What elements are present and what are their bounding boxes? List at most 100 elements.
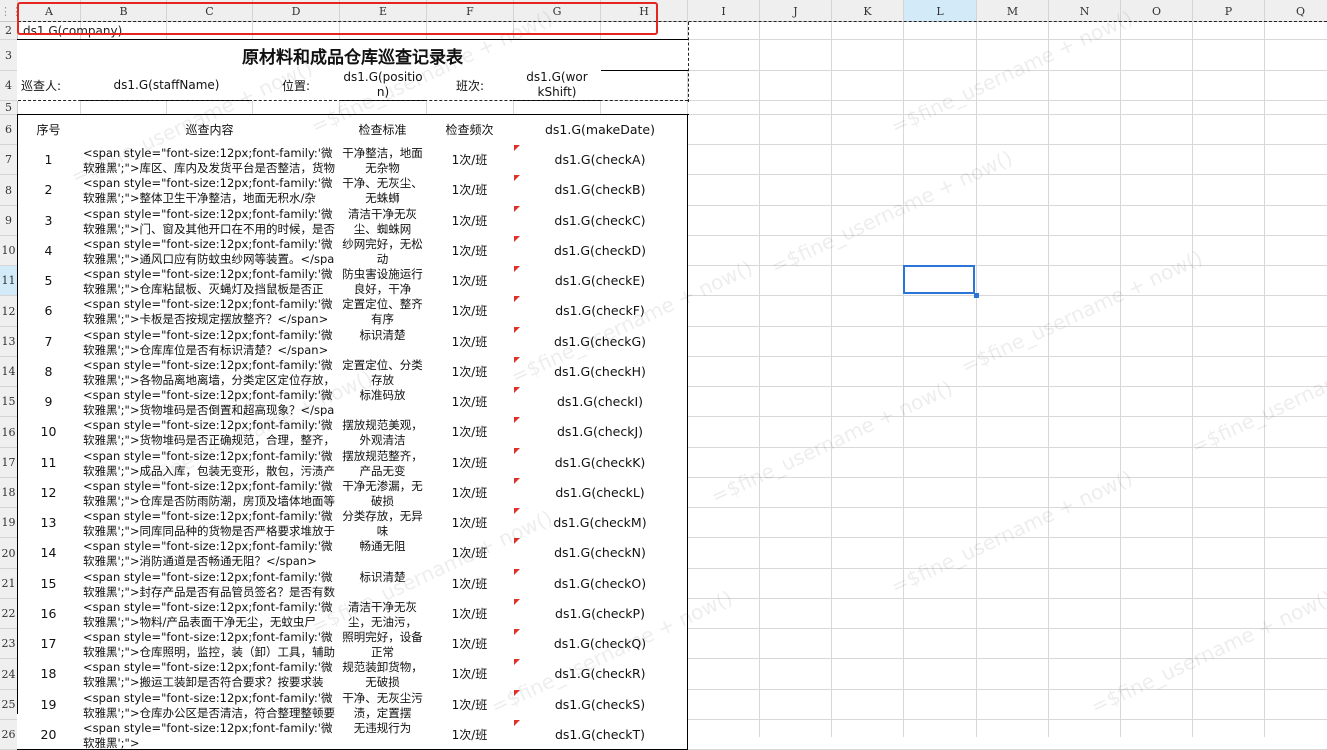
row-standard[interactable]: 规范装卸货物，无破损 (339, 658, 427, 690)
row-seq[interactable]: 8 (17, 356, 81, 387)
row-check-value[interactable]: ds1.G(checkE) (513, 265, 688, 296)
select-all-corner[interactable]: ⋮⋮ (0, 0, 22, 22)
row-header-3[interactable]: 3 (0, 40, 18, 71)
row-content[interactable]: <span style="font-size:12px;font-family:… (80, 356, 340, 387)
row-content[interactable]: <span style="font-size:12px;font-family:… (80, 416, 340, 448)
column-header-J[interactable]: J (760, 0, 832, 22)
row-check-value[interactable]: ds1.G(checkB) (513, 174, 688, 206)
row-seq[interactable]: 17 (17, 628, 81, 659)
row-header-18[interactable]: 18 (0, 478, 18, 508)
row-standard[interactable]: 清洁干净无灰尘，无油污， (339, 598, 427, 629)
row-header-22[interactable]: 22 (0, 599, 18, 629)
row-seq[interactable]: 16 (17, 598, 81, 629)
row-check-value[interactable]: ds1.G(checkG) (513, 326, 688, 357)
row-check-value[interactable]: ds1.G(checkA) (513, 144, 688, 175)
row-check-value[interactable]: ds1.G(checkF) (513, 295, 688, 327)
column-header-I[interactable]: I (688, 0, 760, 22)
column-header-Q[interactable]: Q (1265, 0, 1327, 22)
row-standard[interactable]: 干净、无灰尘污渍，定置摆 (339, 689, 427, 720)
row-standard[interactable]: 定置定位、分类存放 (339, 356, 427, 387)
row-standard[interactable]: 干净无渗漏，无破损 (339, 477, 427, 508)
row-content[interactable]: <span style="font-size:12px;font-family:… (80, 689, 340, 720)
row-header-13[interactable]: 13 (0, 327, 18, 357)
row-content[interactable]: <span style="font-size:12px;font-family:… (80, 628, 340, 659)
row-check-value[interactable]: ds1.G(checkI) (513, 386, 688, 417)
row-frequency[interactable]: 1次/班 (426, 326, 514, 357)
row-content[interactable]: <span style="font-size:12px;font-family:… (80, 205, 340, 236)
row-frequency[interactable]: 1次/班 (426, 689, 514, 720)
column-header-M[interactable]: M (977, 0, 1049, 22)
row-check-value[interactable]: ds1.G(checkH) (513, 356, 688, 387)
row-standard[interactable]: 标准码放 (339, 386, 427, 417)
row-standard[interactable]: 标识清楚 (339, 326, 427, 357)
row-header-20[interactable]: 20 (0, 538, 18, 569)
row-standard[interactable]: 摆放规范整齐，产品无变 (339, 447, 427, 478)
row-header-21[interactable]: 21 (0, 569, 18, 599)
row-content[interactable]: <span style="font-size:12px;font-family:… (80, 598, 340, 629)
row-header-25[interactable]: 25 (0, 690, 18, 720)
row-check-value[interactable]: ds1.G(checkS) (513, 689, 688, 720)
row-standard[interactable]: 标识清楚 (339, 568, 427, 599)
row-frequency[interactable]: 1次/班 (426, 386, 514, 417)
selected-cell-L11[interactable] (903, 265, 975, 294)
row-standard[interactable]: 干净、无灰尘、无蛛蛳 (339, 174, 427, 206)
row-header-23[interactable]: 23 (0, 629, 18, 659)
row-check-value[interactable]: ds1.G(checkJ) (513, 416, 688, 448)
row-header-5[interactable]: 5 (0, 101, 18, 115)
row-seq[interactable]: 15 (17, 568, 81, 599)
row-frequency[interactable]: 1次/班 (426, 205, 514, 236)
row-content[interactable]: <span style="font-size:12px;font-family:… (80, 568, 340, 599)
row-check-value[interactable]: ds1.G(checkO) (513, 568, 688, 599)
row-frequency[interactable]: 1次/班 (426, 416, 514, 448)
row-frequency[interactable]: 1次/班 (426, 295, 514, 327)
row-seq[interactable]: 6 (17, 295, 81, 327)
row-frequency[interactable]: 1次/班 (426, 658, 514, 690)
row-header-10[interactable]: 10 (0, 236, 18, 266)
row-frequency[interactable]: 1次/班 (426, 537, 514, 569)
row-check-value[interactable]: ds1.G(checkN) (513, 537, 688, 569)
row-header-19[interactable]: 19 (0, 508, 18, 538)
row-check-value[interactable]: ds1.G(checkC) (513, 205, 688, 236)
shift-label[interactable]: 班次: (426, 70, 514, 101)
column-header-N[interactable]: N (1049, 0, 1121, 22)
row-content[interactable]: <span style="font-size:12px;font-family:… (80, 447, 340, 478)
row-header-6[interactable]: 6 (0, 115, 18, 145)
row-content[interactable]: <span style="font-size:12px;font-family:… (80, 658, 340, 690)
row-header-9[interactable]: 9 (0, 206, 18, 236)
row-frequency[interactable]: 1次/班 (426, 628, 514, 659)
row-seq[interactable]: 5 (17, 265, 81, 296)
header-date[interactable]: ds1.G(makeDate) (513, 114, 688, 145)
row-frequency[interactable]: 1次/班 (426, 144, 514, 175)
row-content[interactable]: <span style="font-size:12px;font-family:… (80, 386, 340, 417)
row-standard[interactable]: 畅通无阻 (339, 537, 427, 569)
row-seq[interactable]: 7 (17, 326, 81, 357)
row-header-4[interactable]: 4 (0, 71, 18, 101)
row-frequency[interactable]: 1次/班 (426, 507, 514, 538)
row-check-value[interactable]: ds1.G(checkR) (513, 658, 688, 690)
row-header-8[interactable]: 8 (0, 175, 18, 206)
row-content[interactable]: <span style="font-size:12px;font-family:… (80, 144, 340, 175)
row-content[interactable]: <span style="font-size:12px;font-family:… (80, 326, 340, 357)
row-header-15[interactable]: 15 (0, 387, 18, 417)
row-content[interactable]: <span style="font-size:12px;font-family:… (80, 235, 340, 266)
row-frequency[interactable]: 1次/班 (426, 719, 514, 750)
header-standard[interactable]: 检查标准 (339, 114, 427, 145)
row-frequency[interactable]: 1次/班 (426, 356, 514, 387)
position-label[interactable]: 位置: (252, 70, 340, 101)
row-standard[interactable]: 摆放规范美观，外观清洁 (339, 416, 427, 448)
row-check-value[interactable]: ds1.G(checkL) (513, 477, 688, 508)
row-content[interactable]: <span style="font-size:12px;font-family:… (80, 265, 340, 296)
row-seq[interactable]: 13 (17, 507, 81, 538)
row-content[interactable]: <span style="font-size:12px;font-family:… (80, 295, 340, 327)
row-standard[interactable]: 照明完好，设备正常 (339, 628, 427, 659)
row-header-7[interactable]: 7 (0, 145, 18, 175)
staff-label[interactable]: 巡查人: (17, 70, 81, 101)
row-frequency[interactable]: 1次/班 (426, 235, 514, 266)
row-seq[interactable]: 11 (17, 447, 81, 478)
row-check-value[interactable]: ds1.G(checkQ) (513, 628, 688, 659)
row-frequency[interactable]: 1次/班 (426, 477, 514, 508)
header-seq[interactable]: 序号 (17, 114, 81, 145)
row-check-value[interactable]: ds1.G(checkK) (513, 447, 688, 478)
row-header-14[interactable]: 14 (0, 357, 18, 387)
column-header-L[interactable]: L (904, 0, 977, 22)
